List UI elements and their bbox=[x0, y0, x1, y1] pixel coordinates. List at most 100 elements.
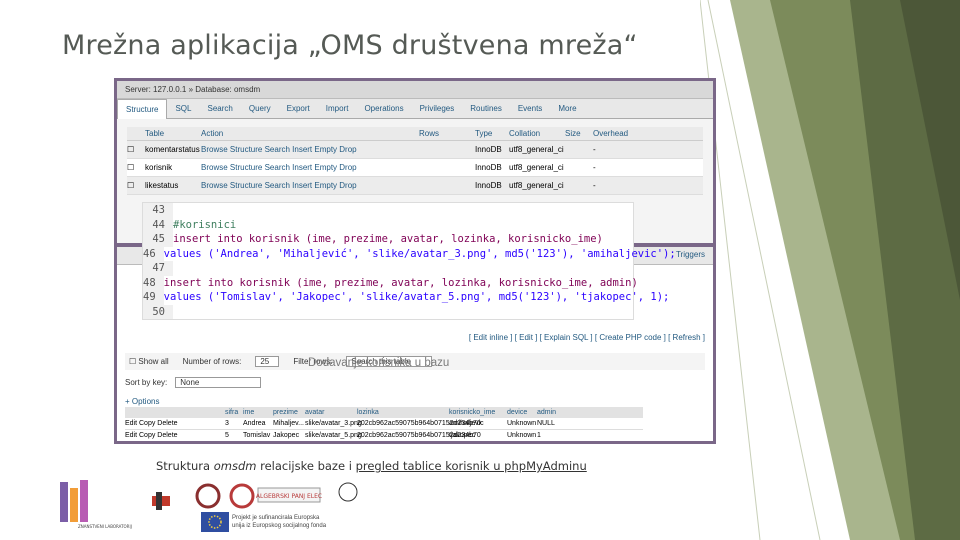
tab-triggers[interactable]: Triggers bbox=[676, 250, 705, 261]
partner-logo-3 bbox=[229, 483, 255, 509]
code-line: 44 #korisnici bbox=[143, 217, 633, 232]
code-line: 50 bbox=[143, 304, 633, 319]
table-actions[interactable]: Browse Structure Search Insert Empty Dro… bbox=[201, 181, 419, 190]
col-type[interactable]: Type bbox=[475, 129, 509, 138]
pma-tab-bar: Structure SQL Search Query Export Import… bbox=[117, 98, 713, 119]
show-all-checkbox[interactable]: ☐ Show all bbox=[129, 357, 169, 366]
caption-link[interactable]: pregled tablice korisnik u phpMyAdminu bbox=[356, 459, 587, 473]
cell-avatar: slike/avatar_5.png bbox=[305, 432, 362, 439]
caption-text: Struktura bbox=[156, 459, 214, 473]
table-row: ☐ komentarstatus Browse Structure Search… bbox=[127, 141, 703, 159]
tab-structure[interactable]: Structure bbox=[117, 98, 168, 119]
row-checkbox[interactable]: ☐ bbox=[127, 181, 145, 190]
tab-export[interactable]: Export bbox=[279, 104, 318, 113]
grid-col-sifra[interactable]: sifra bbox=[225, 409, 243, 416]
col-size[interactable]: Size bbox=[565, 129, 593, 138]
table-type: InnoDB bbox=[475, 145, 502, 154]
table-header-row: Table Action Rows Type Collation Size Ov… bbox=[127, 127, 703, 141]
overlay-caption: Dodavanje korisnika u bazu bbox=[308, 357, 450, 369]
code-text: #korisnici bbox=[173, 218, 237, 231]
grid-col-ime[interactable]: ime bbox=[243, 409, 273, 416]
table-overhead: - bbox=[593, 163, 596, 172]
tab-more[interactable]: More bbox=[550, 104, 584, 113]
options-link[interactable]: + Options bbox=[125, 397, 159, 406]
cell-prezime: Mihaljev... bbox=[273, 420, 304, 427]
cell-admin: 1 bbox=[537, 432, 541, 439]
table-name[interactable]: likestatus bbox=[145, 181, 201, 190]
grid-col-prezime[interactable]: prezime bbox=[273, 409, 305, 416]
col-overhead[interactable]: Overhead bbox=[593, 129, 633, 138]
table-rows bbox=[419, 181, 475, 190]
caption-text: relacijske baze i bbox=[256, 459, 356, 473]
query-toolbar[interactable]: [ Edit inline ] [ Edit ] [ Explain SQL ]… bbox=[125, 333, 705, 342]
line-number: 49 bbox=[143, 290, 164, 305]
line-number: 46 bbox=[143, 246, 164, 261]
grid-col-admin[interactable]: admin bbox=[537, 409, 567, 416]
sort-select[interactable]: None bbox=[175, 377, 262, 388]
table-actions[interactable]: Browse Structure Search Insert Empty Dro… bbox=[201, 145, 419, 154]
code-text: values ('Andrea', 'Mihaljević', 'slike/a… bbox=[163, 247, 676, 260]
breadcrumb: Server: 127.0.0.1 » Database: omsdm bbox=[117, 81, 713, 99]
tab-privileges[interactable]: Privileges bbox=[412, 104, 463, 113]
col-rows[interactable]: Rows bbox=[419, 129, 475, 138]
grid-header-row: sifra ime prezime avatar lozinka korisni… bbox=[125, 407, 643, 418]
cell-lozinka: 202cb962ac59075b964b07152d234b70 bbox=[357, 432, 481, 439]
eu-flag-icon bbox=[201, 512, 229, 532]
code-line: 43 bbox=[143, 203, 633, 218]
code-text: values ('Tomislav', 'Jakopec', 'slike/av… bbox=[163, 291, 670, 303]
cell-korisnicko-ime: tjakopec bbox=[449, 432, 476, 439]
tab-query[interactable]: Query bbox=[241, 104, 279, 113]
line-number: 47 bbox=[143, 261, 173, 276]
tab-operations[interactable]: Operations bbox=[356, 104, 411, 113]
table-size bbox=[565, 145, 593, 154]
row-checkbox[interactable]: ☐ bbox=[127, 145, 145, 154]
table-row: ☐ likestatus Browse Structure Search Ins… bbox=[127, 177, 703, 195]
table-name[interactable]: komentarstatus bbox=[145, 145, 201, 154]
table-row: Edit Copy Delete 5 Tomislav Jakopec slik… bbox=[125, 430, 643, 441]
tab-search[interactable]: Search bbox=[199, 104, 240, 113]
grid-col-avatar[interactable]: avatar bbox=[305, 409, 357, 416]
code-line: 45 insert into korisnik (ime, prezime, av… bbox=[143, 232, 633, 247]
table-row: Edit Copy Delete 3 Andrea Mihaljev... sl… bbox=[125, 418, 643, 430]
table-overhead: - bbox=[593, 181, 596, 190]
col-table[interactable]: Table bbox=[145, 129, 201, 138]
col-collation[interactable]: Collation bbox=[509, 129, 565, 138]
sort-label: Sort by key: bbox=[125, 378, 168, 387]
eu-text-line: Projekt je sufinancirala Europska bbox=[232, 515, 320, 521]
code-line: 48 insert into korisnik (ime, prezime, av… bbox=[143, 275, 638, 290]
row-actions[interactable]: Edit Copy Delete bbox=[125, 432, 225, 439]
sort-controls: Sort by key: None bbox=[125, 377, 262, 388]
row-checkbox[interactable]: ☐ bbox=[127, 163, 145, 172]
grid-col-lozinka[interactable]: lozinka bbox=[357, 409, 449, 416]
table-name[interactable]: korisnik bbox=[145, 163, 201, 172]
table-actions[interactable]: Browse Structure Search Insert Empty Dro… bbox=[201, 163, 419, 172]
table-row: ☐ korisnik Browse Structure Search Inser… bbox=[127, 159, 703, 177]
line-number: 43 bbox=[143, 203, 173, 218]
cell-ime: Andrea bbox=[243, 420, 266, 427]
tab-import[interactable]: Import bbox=[318, 104, 357, 113]
eu-funding-text: Projekt je sufinancirala Europska unija … bbox=[232, 514, 326, 530]
cell-sifra: 3 bbox=[225, 420, 229, 427]
cell-sifra: 5 bbox=[225, 432, 229, 439]
line-number: 44 bbox=[143, 217, 173, 232]
tab-routines[interactable]: Routines bbox=[462, 104, 510, 113]
grid-col-device[interactable]: device bbox=[507, 409, 537, 416]
tab-events[interactable]: Events bbox=[510, 104, 550, 113]
sql-code-editor: 43 44 #korisnici 45 insert into korisnik (… bbox=[142, 202, 676, 320]
lab-logo: ZNANSTVENI LABORATORIJ bbox=[60, 480, 132, 529]
code-line: 46 values ('Andrea', 'Mihaljević', 'slike… bbox=[143, 246, 676, 261]
table-collation: utf8_general_ci bbox=[509, 163, 564, 172]
code-line: 47 bbox=[143, 261, 633, 276]
table-rows bbox=[419, 163, 475, 172]
partner-logo-2 bbox=[195, 483, 221, 509]
grid-col-korisnicko-ime[interactable]: korisnicko_ime bbox=[449, 409, 507, 416]
cell-korisnicko-ime: amihaljevic bbox=[449, 420, 484, 427]
line-number: 50 bbox=[143, 304, 173, 319]
rows-select[interactable]: 25 bbox=[255, 356, 280, 367]
partner-logo-1 bbox=[152, 492, 170, 510]
row-actions[interactable]: Edit Copy Delete bbox=[125, 420, 225, 427]
partner-logo-4: ALGEBRSKI PANJ ELEC bbox=[256, 487, 322, 503]
lab-text: ZNANSTVENI LABORATORIJ bbox=[78, 524, 132, 529]
cell-lozinka: 202cb962ac59075b964b07152d234b70 bbox=[357, 420, 481, 427]
tab-sql[interactable]: SQL bbox=[167, 104, 199, 113]
